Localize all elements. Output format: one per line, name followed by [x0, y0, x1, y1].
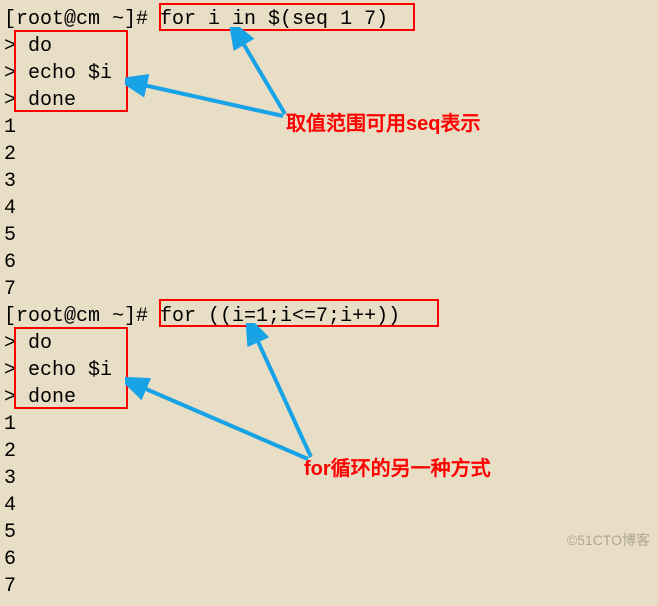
output-line: 7: [4, 573, 654, 600]
output-line: 1: [4, 411, 654, 438]
output-line: 4: [4, 195, 654, 222]
continuation-line: > echo $i: [4, 357, 654, 384]
command-text: for ((i=1;i<=7;i++)): [148, 305, 400, 328]
command-line-1: [root@cm ~]# for i in $(seq 1 7): [4, 6, 654, 33]
prompt: [root@cm ~]#: [4, 305, 148, 328]
output-line: 6: [4, 546, 654, 573]
annotation-cstyle: for循环的另一种方式: [304, 452, 491, 481]
continuation-line: > do: [4, 33, 654, 60]
command-text: for i in $(seq 1 7): [148, 8, 388, 31]
prompt: [root@cm ~]#: [4, 8, 148, 31]
continuation-line: > echo $i: [4, 60, 654, 87]
output-line: 4: [4, 492, 654, 519]
output-line: 2: [4, 141, 654, 168]
output-line: 6: [4, 249, 654, 276]
annotation-seq: 取值范围可用seq表示: [286, 107, 480, 136]
output-line: 3: [4, 168, 654, 195]
output-line: 5: [4, 519, 654, 546]
terminal-output: [root@cm ~]# for i in $(seq 1 7) > do > …: [0, 0, 658, 606]
watermark: ©51CTO博客: [567, 530, 650, 550]
continuation-line: > done: [4, 384, 654, 411]
continuation-line: > do: [4, 330, 654, 357]
command-line-2: [root@cm ~]# for ((i=1;i<=7;i++)): [4, 303, 654, 330]
output-line: 7: [4, 276, 654, 303]
output-line: 5: [4, 222, 654, 249]
